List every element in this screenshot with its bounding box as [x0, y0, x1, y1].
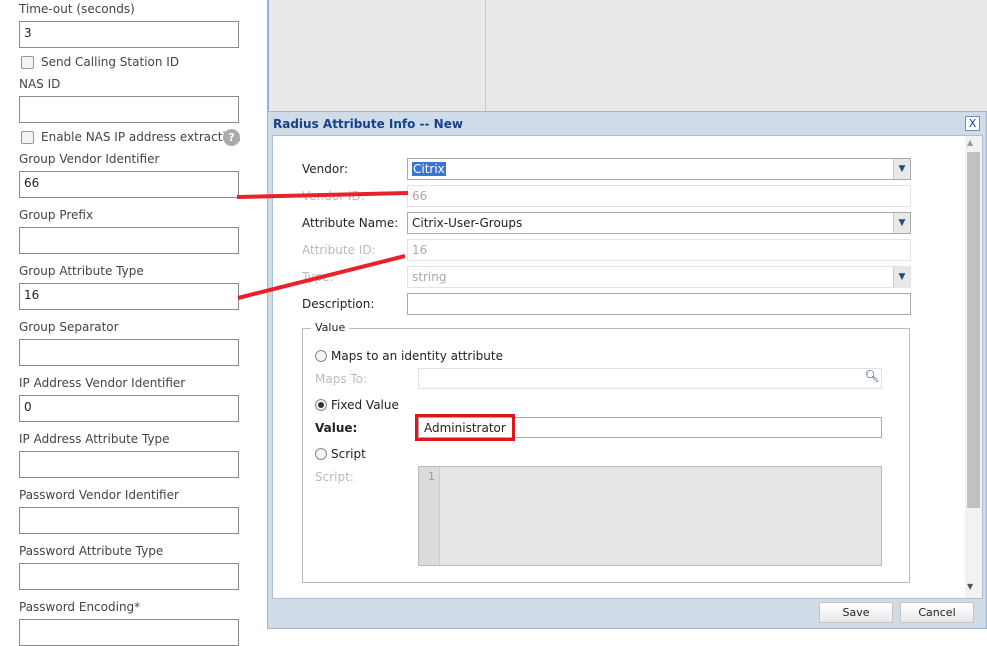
annotation-line-vendor [236, 191, 409, 199]
annotation-lines [236, 191, 409, 300]
annotation-line-attribute [237, 254, 406, 300]
